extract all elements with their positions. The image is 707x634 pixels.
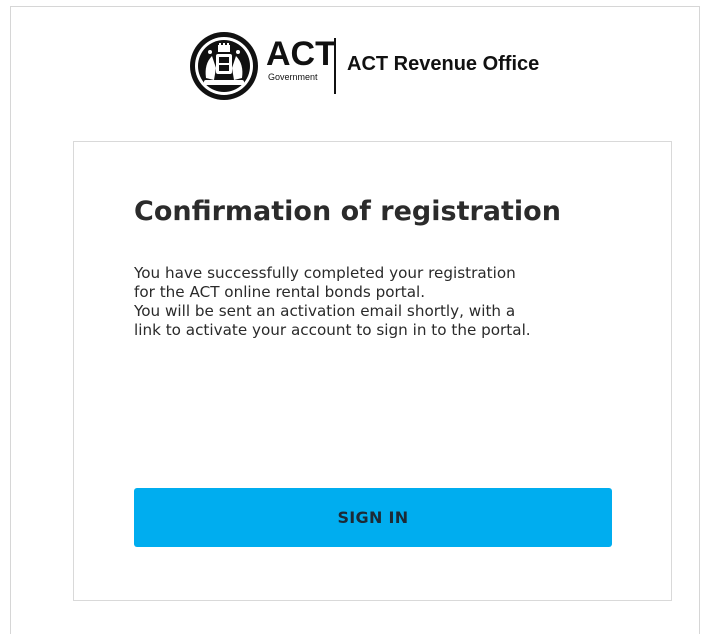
message-line: link to activate your account to sign in… <box>134 321 531 339</box>
confirmation-card: Confirmation of registration You have su… <box>73 141 672 601</box>
header: ACT Government ACT Revenue Office <box>0 30 707 100</box>
message-line: You have successfully completed your reg… <box>134 264 516 282</box>
confirmation-message: You have successfully completed your reg… <box>134 264 634 340</box>
office-name: ACT Revenue Office <box>347 53 540 75</box>
page-title: Confirmation of registration <box>134 196 561 227</box>
message-line: You will be sent an activation email sho… <box>134 302 516 320</box>
act-logo-word: ACT <box>266 35 336 73</box>
act-seal-icon <box>190 32 258 100</box>
registration-confirmation-page: ACT Government ACT Revenue Office Confir… <box>0 0 707 634</box>
act-logo-subword: Government <box>268 72 318 82</box>
message-line: for the ACT online rental bonds portal. <box>134 283 426 301</box>
sign-in-button[interactable]: SIGN IN <box>134 488 612 547</box>
logo-divider <box>334 38 336 94</box>
